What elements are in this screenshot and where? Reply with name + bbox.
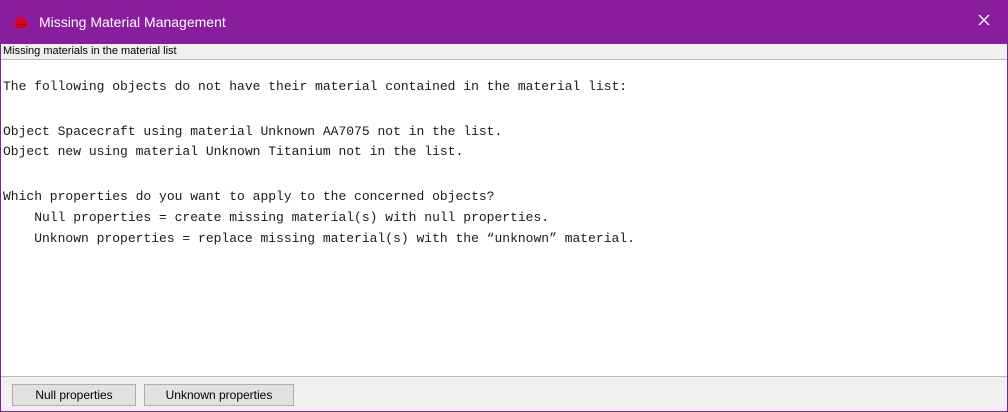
null-properties-button[interactable]: Null properties [12,384,136,406]
option-description: Unknown properties = replace missing mat… [3,231,635,246]
title-bar[interactable]: Missing Material Management [1,0,1007,44]
missing-material-dialog: Missing Material Management Missing mate… [0,0,1008,412]
unknown-properties-button[interactable]: Unknown properties [144,384,294,406]
message-area: The following objects do not have their … [1,60,1007,376]
window-title: Missing Material Management [39,14,226,30]
missing-object-line: Object new using material Unknown Titani… [3,144,464,159]
message-question: Which properties do you want to apply to… [3,189,495,204]
button-bar: Null properties Unknown properties [1,376,1007,411]
close-button[interactable] [961,0,1007,44]
missing-object-line: Object Spacecraft using material Unknown… [3,124,503,139]
message-intro: The following objects do not have their … [3,79,628,94]
close-icon [978,13,990,31]
red-hat-icon [13,14,29,30]
section-header: Missing materials in the material list [1,44,1007,60]
option-description: Null properties = create missing materia… [3,210,550,225]
